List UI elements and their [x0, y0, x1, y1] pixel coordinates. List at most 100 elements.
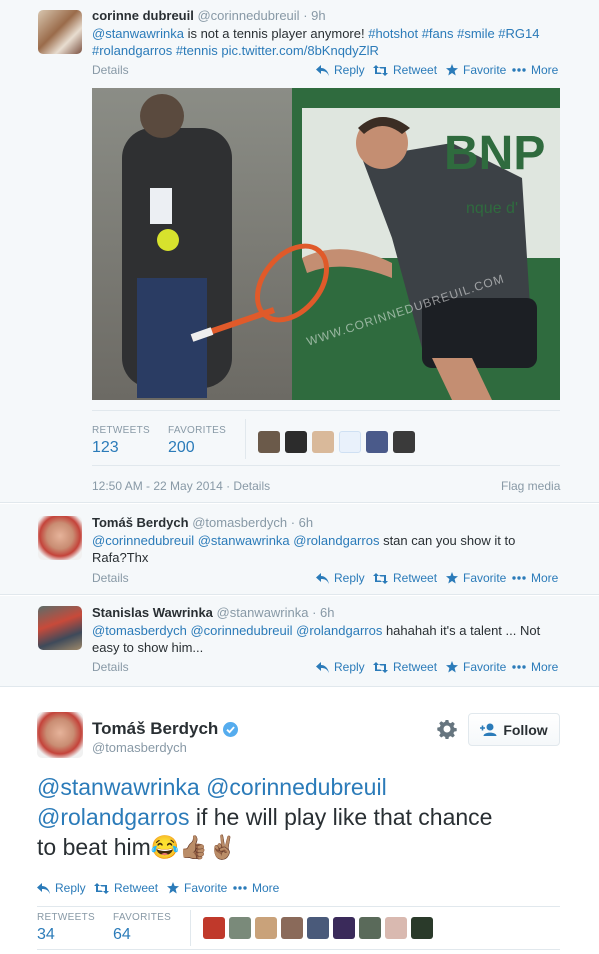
author-handle[interactable]: @tomasberdych [192, 515, 287, 530]
author-handle[interactable]: @tomasberdych [92, 740, 187, 755]
avatar[interactable] [385, 917, 407, 939]
tweet-time[interactable]: · 6h [312, 605, 334, 620]
favorites-stat[interactable]: FAVORITES 64 [113, 912, 171, 944]
stats-divider [190, 910, 191, 946]
reply-icon [316, 572, 329, 584]
author-name[interactable]: Stanislas Wawrinka [92, 605, 213, 620]
main-tweet: Tomáš Berdych @tomasberdych Follow @stan… [0, 688, 599, 954]
author-name[interactable]: Tomáš Berdych [92, 719, 218, 739]
retweet-icon [373, 64, 388, 76]
stats-divider [245, 419, 246, 459]
details-link[interactable]: Details [92, 660, 129, 674]
avatar[interactable] [312, 431, 334, 453]
avatar-tomas[interactable] [37, 712, 83, 758]
more-dots-icon [233, 886, 247, 890]
more-dots-icon [512, 68, 526, 72]
details-link[interactable]: Details [92, 571, 129, 585]
tweet-text: @tomasberdych @corinnedubreuil @rolandga… [92, 623, 541, 655]
favorite-button[interactable]: Favorite [167, 881, 227, 895]
more-button[interactable]: More [512, 660, 558, 674]
favoriter-avatars [203, 917, 433, 939]
star-icon [446, 572, 458, 584]
avatar-corinne[interactable] [38, 10, 82, 54]
mention-links[interactable]: @stanwawrinka @corinnedubreuil [37, 774, 387, 800]
tweet-text: @stanwawrinka is not a tennis player any… [92, 26, 540, 58]
avatar[interactable] [307, 917, 329, 939]
retweet-button[interactable]: Retweet [373, 63, 437, 77]
star-icon [167, 882, 179, 894]
tweet-corinne: corinne dubreuil @corinnedubreuil · 9h @… [0, 0, 599, 503]
avatar[interactable] [411, 917, 433, 939]
tweet-time[interactable]: · 9h [303, 8, 325, 23]
favorite-button[interactable]: Favorite [446, 571, 506, 585]
avatar[interactable] [393, 431, 415, 453]
favorite-button[interactable]: Favorite [446, 63, 506, 77]
author-handle[interactable]: @stanwawrinka [217, 605, 309, 620]
author-name[interactable]: Tomáš Berdych [92, 515, 189, 530]
avatar[interactable] [333, 917, 355, 939]
reply-button[interactable]: Reply [37, 881, 86, 895]
hashtag-links[interactable]: #hotshot #fans #smile #RG14 [368, 26, 539, 41]
avatar[interactable] [258, 431, 280, 453]
tweet-timestamp: 12:50 AM - 22 May 2014 [92, 479, 223, 493]
mention-links[interactable]: @tomasberdych @corinnedubreuil @rolandga… [92, 623, 382, 638]
star-icon [446, 661, 458, 673]
retweet-icon [94, 882, 109, 894]
avatar[interactable] [203, 917, 225, 939]
author-name[interactable]: corinne dubreuil [92, 8, 194, 23]
retweet-button[interactable]: Retweet [94, 881, 158, 895]
retweets-stat[interactable]: RETWEETS 34 [37, 912, 95, 944]
star-icon [446, 64, 458, 76]
avatar[interactable] [281, 917, 303, 939]
emoji: 😂👍🏽✌🏽 [150, 834, 237, 860]
tweet-time[interactable]: · 6h [291, 515, 313, 530]
more-dots-icon [512, 665, 526, 669]
details-link[interactable]: · Details [226, 479, 270, 493]
tweet-text: @corinnedubreuil @stanwawrinka @rolandga… [92, 533, 516, 565]
pic-link[interactable]: pic.twitter.com/8bKnqdyZlR [221, 43, 379, 58]
retweet-icon [373, 661, 388, 673]
flag-media-link[interactable]: Flag media [501, 479, 560, 493]
settings-gear-icon[interactable] [437, 719, 457, 744]
reply-stan: Stanislas Wawrinka @stanwawrinka · 6h @t… [0, 596, 599, 687]
favorite-button[interactable]: Favorite [446, 660, 506, 674]
author-handle[interactable]: @corinnedubreuil [197, 8, 299, 23]
avatar[interactable] [366, 431, 388, 453]
reply-button[interactable]: Reply [316, 571, 365, 585]
mention-link[interactable]: @rolandgarros [37, 804, 189, 830]
photo-banner-subtext: nque d' [466, 200, 518, 217]
tweet-photo[interactable]: BNP P nque d' WWW.CORINNEDUBREUIL.COM [92, 88, 560, 400]
verified-badge-icon [223, 721, 239, 737]
tweet-text: @stanwawrinka @corinnedubreuil @rolandga… [37, 774, 493, 860]
hashtag-links[interactable]: #rolandgarros #tennis [92, 43, 218, 58]
details-link[interactable]: Details [92, 63, 129, 77]
more-button[interactable]: More [512, 571, 558, 585]
retweet-icon [373, 572, 388, 584]
favorites-stat[interactable]: FAVORITES 200 [168, 425, 226, 457]
mention-links[interactable]: @corinnedubreuil @stanwawrinka @rolandga… [92, 533, 379, 548]
avatar-tomas[interactable] [38, 516, 82, 560]
favoriter-avatars [258, 431, 415, 453]
mention-link[interactable]: @stanwawrinka [92, 26, 184, 41]
more-button[interactable]: More [233, 881, 279, 895]
retweet-button[interactable]: Retweet [373, 660, 437, 674]
avatar[interactable] [285, 431, 307, 453]
reply-icon [316, 661, 329, 673]
avatar[interactable] [255, 917, 277, 939]
more-dots-icon [512, 576, 526, 580]
reply-icon [316, 64, 329, 76]
reply-button[interactable]: Reply [316, 660, 365, 674]
retweet-button[interactable]: Retweet [373, 571, 437, 585]
add-user-icon [480, 723, 497, 736]
more-button[interactable]: More [512, 63, 558, 77]
avatar[interactable] [229, 917, 251, 939]
retweets-stat[interactable]: RETWEETS 123 [92, 425, 150, 457]
reply-tomas: Tomáš Berdych @tomasberdych · 6h @corinn… [0, 504, 599, 595]
reply-icon [37, 882, 50, 894]
avatar-stan[interactable] [38, 606, 82, 650]
avatar[interactable] [339, 431, 361, 453]
reply-button[interactable]: Reply [316, 63, 365, 77]
avatar[interactable] [359, 917, 381, 939]
follow-button[interactable]: Follow [468, 713, 560, 746]
photo-banner-text: BNP P [444, 127, 560, 180]
